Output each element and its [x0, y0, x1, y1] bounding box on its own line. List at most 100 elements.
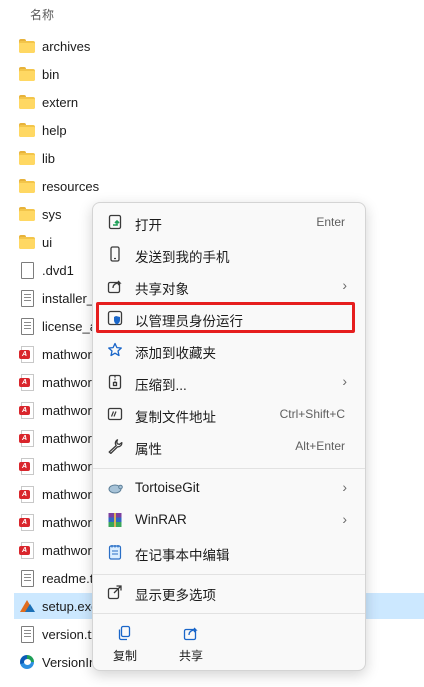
- folder-icon: [18, 65, 36, 83]
- menu-item-label: TortoiseGit: [135, 480, 200, 495]
- menu-item-tortoisegit[interactable]: TortoiseGit ›: [97, 473, 361, 503]
- file-name: ui: [42, 234, 53, 250]
- document-icon: [18, 261, 36, 279]
- copy-button[interactable]: 复制: [97, 623, 153, 663]
- pdf-icon: A: [18, 345, 36, 363]
- column-header: 名称 ^: [0, 0, 424, 26]
- winrar-icon: [108, 513, 122, 527]
- more-options-icon: [107, 585, 122, 600]
- document-icon: [18, 569, 36, 587]
- menu-item-compress-to[interactable]: 压缩到... ›: [97, 367, 361, 397]
- menu-item-label: 压缩到...: [135, 378, 187, 393]
- menu-item-edit-in-notepad[interactable]: 在记事本中编辑: [97, 537, 361, 567]
- share-icon: [183, 627, 198, 641]
- document-icon: [18, 317, 36, 335]
- file-name: archives: [42, 38, 91, 54]
- folder-icon: [18, 93, 36, 111]
- share-button[interactable]: 共享: [163, 623, 219, 663]
- menu-separator: [93, 613, 365, 614]
- file-name: mathworl: [42, 430, 95, 446]
- menu-item-label: 显示更多选项: [135, 588, 216, 603]
- shortcut-text: Alt+Enter: [295, 439, 345, 453]
- file-name: mathworl: [42, 374, 95, 390]
- copy-button-label: 复制: [112, 649, 137, 663]
- menu-item-label: 添加到收藏夹: [135, 346, 216, 361]
- copy-path-icon: [107, 407, 123, 421]
- file-name: mathworl: [42, 514, 95, 530]
- file-name: help: [42, 122, 67, 138]
- file-row[interactable]: resources: [14, 173, 424, 199]
- folder-icon: [18, 233, 36, 251]
- archive-icon: [108, 374, 122, 390]
- menu-item-label: 以管理员身份运行: [135, 314, 243, 329]
- notepad-icon: [108, 545, 122, 560]
- file-name: lib: [42, 150, 56, 166]
- share-button-label: 共享: [178, 649, 203, 663]
- file-name: mathworl: [42, 486, 95, 502]
- folder-icon: [18, 205, 36, 223]
- sort-ascending-icon[interactable]: ^: [224, 0, 230, 7]
- folder-icon: [18, 177, 36, 195]
- file-row[interactable]: help: [14, 117, 424, 143]
- file-row[interactable]: lib: [14, 145, 424, 171]
- name-column-header[interactable]: 名称: [30, 6, 54, 23]
- menu-item-label: 共享对象: [135, 282, 189, 297]
- menu-item-label: WinRAR: [135, 512, 187, 527]
- menu-item-run-as-admin[interactable]: 以管理员身份运行: [97, 303, 361, 333]
- file-name: mathworl: [42, 542, 95, 558]
- admin-shield-icon: [107, 310, 123, 326]
- share-icon: [107, 280, 122, 294]
- file-name: .dvd1: [42, 262, 74, 278]
- file-name: version.tx: [42, 626, 98, 642]
- chevron-right-icon: ›: [342, 479, 347, 495]
- file-row[interactable]: extern: [14, 89, 424, 115]
- chevron-right-icon: ›: [342, 511, 347, 527]
- chevron-right-icon: ›: [342, 373, 347, 389]
- document-icon: [18, 625, 36, 643]
- open-icon: [108, 214, 122, 230]
- file-name: mathworl: [42, 346, 95, 362]
- folder-icon: [18, 37, 36, 55]
- pdf-icon: A: [18, 429, 36, 447]
- menu-item-copy-path[interactable]: 复制文件地址 Ctrl+Shift+C: [97, 399, 361, 429]
- menu-item-label: 在记事本中编辑: [135, 548, 230, 563]
- wrench-icon: [108, 439, 123, 454]
- menu-item-properties[interactable]: 属性 Alt+Enter: [97, 431, 361, 461]
- menu-item-label: 复制文件地址: [135, 410, 216, 425]
- pdf-icon: A: [18, 401, 36, 419]
- shortcut-text: Ctrl+Shift+C: [279, 407, 345, 421]
- context-menu: 打开 Enter 发送到我的手机 共享对象 › 以管理员身份运行 添加到收藏夹: [92, 202, 366, 671]
- folder-icon: [18, 149, 36, 167]
- file-name: sys: [42, 206, 62, 222]
- menu-item-label: 打开: [135, 218, 162, 233]
- shortcut-text: Enter: [316, 215, 345, 229]
- file-name: bin: [42, 66, 60, 82]
- tortoisegit-icon: [108, 484, 123, 494]
- pdf-icon: A: [18, 373, 36, 391]
- chevron-right-icon: ›: [342, 277, 347, 293]
- pdf-icon: A: [18, 541, 36, 559]
- file-name: mathworl: [42, 458, 95, 474]
- file-name: extern: [42, 94, 79, 110]
- pdf-icon: A: [18, 485, 36, 503]
- menu-item-winrar[interactable]: WinRAR ›: [97, 505, 361, 535]
- menu-item-label: 属性: [135, 442, 162, 457]
- edge-icon: [18, 653, 36, 671]
- menu-item-add-to-favorites[interactable]: 添加到收藏夹: [97, 335, 361, 365]
- folder-icon: [18, 121, 36, 139]
- file-row[interactable]: bin: [14, 61, 424, 87]
- file-name: resources: [42, 178, 100, 194]
- document-icon: [18, 289, 36, 307]
- menu-item-send-to-phone[interactable]: 发送到我的手机: [97, 239, 361, 269]
- file-name: installer_i: [42, 290, 97, 306]
- menu-item-share-with[interactable]: 共享对象 ›: [97, 271, 361, 301]
- file-name: setup.exe: [42, 598, 99, 614]
- menu-item-show-more-options[interactable]: 显示更多选项: [97, 577, 361, 607]
- file-row[interactable]: archives: [14, 33, 424, 59]
- menu-separator: [93, 468, 365, 469]
- menu-item-open[interactable]: 打开 Enter: [97, 207, 361, 237]
- menu-separator: [93, 574, 365, 575]
- phone-icon: [110, 246, 120, 262]
- copy-icon: [118, 625, 131, 641]
- file-name: readme.t: [42, 570, 94, 586]
